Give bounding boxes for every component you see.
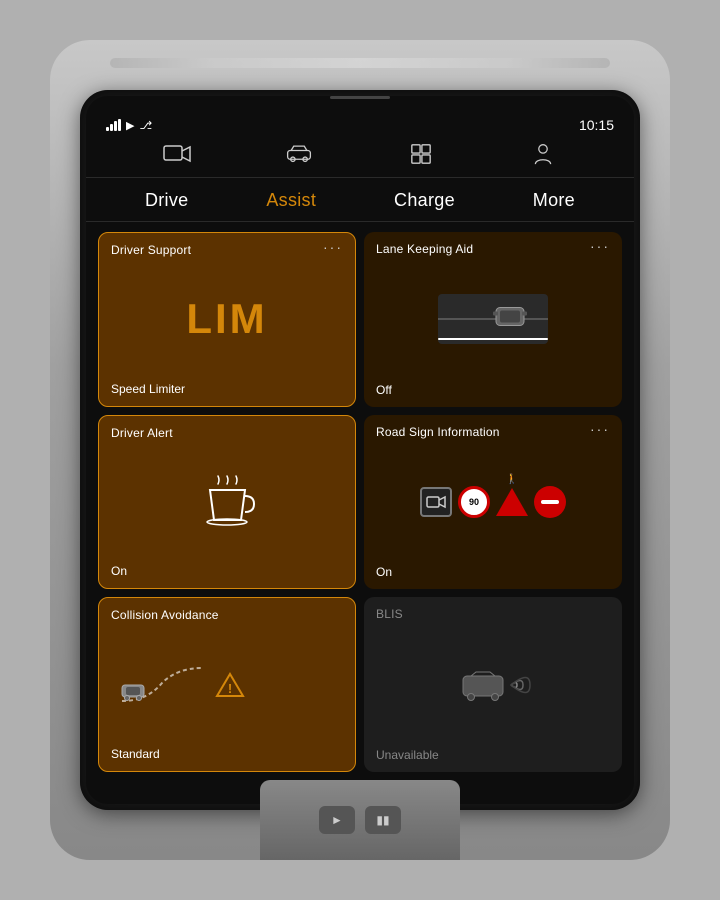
card-menu-btn[interactable]: ··· [590, 425, 610, 435]
speed-sign: 90 [458, 486, 490, 518]
warning-triangle-svg: ! [215, 672, 245, 698]
card-header: Collision Avoidance [111, 608, 343, 622]
card-header: BLIS [376, 607, 610, 621]
screen: ▶ ⎇ 10:15 [86, 96, 634, 804]
speaker-bar [110, 58, 610, 68]
camera-icon[interactable] [163, 143, 191, 171]
blis-card: BLIS [364, 597, 622, 772]
tab-bar: Drive Assist Charge More [86, 178, 634, 222]
card-footer: Off [376, 383, 610, 397]
card-footer: Standard [111, 747, 343, 761]
collision-card[interactable]: Collision Avoidance [98, 597, 356, 772]
card-footer: Speed Limiter [111, 382, 343, 396]
location-icon: ▶ [126, 119, 134, 132]
card-content [111, 444, 343, 561]
card-header: Driver Alert [111, 426, 343, 440]
card-menu-btn[interactable]: ··· [590, 242, 610, 252]
top-indicator [330, 96, 390, 99]
card-title: BLIS [376, 607, 403, 621]
card-menu-btn[interactable]: ··· [323, 243, 343, 253]
card-content: ! [111, 626, 343, 743]
no-entry-sign [534, 486, 566, 518]
grid-icon[interactable] [407, 143, 435, 171]
clock: 10:15 [579, 117, 614, 133]
road-signs: 90 🚶 [420, 486, 566, 518]
card-footer: Unavailable [376, 748, 610, 762]
person-icon[interactable] [529, 143, 557, 171]
blis-svg [443, 660, 543, 710]
tab-more[interactable]: More [533, 190, 575, 211]
card-title: Driver Alert [111, 426, 173, 440]
camera-svg [163, 143, 191, 165]
screen-bezel: ▶ ⎇ 10:15 [80, 90, 640, 810]
pause-btn[interactable]: ▮▮ [365, 806, 401, 834]
lane-keeping-card[interactable]: Lane Keeping Aid ··· [364, 232, 622, 407]
collision-visual: ! [111, 663, 343, 707]
lane-visual [376, 294, 610, 344]
top-nav [86, 137, 634, 178]
car-svg [285, 143, 313, 165]
car-surround: ▶ ⎇ 10:15 [50, 40, 670, 860]
pedestrian-sign: 🚶 [496, 488, 528, 516]
lane-car [492, 306, 528, 333]
no-entry-bar [541, 500, 559, 504]
tab-drive[interactable]: Drive [145, 190, 189, 211]
tab-assist[interactable]: Assist [266, 190, 316, 211]
collision-svg [117, 663, 207, 707]
status-bar: ▶ ⎇ 10:15 [86, 107, 634, 137]
tab-charge[interactable]: Charge [394, 190, 455, 211]
road-sign-card[interactable]: Road Sign Information ··· [364, 415, 622, 590]
grid-svg [407, 143, 435, 165]
road-visual [438, 294, 548, 344]
card-header: Road Sign Information ··· [376, 425, 610, 439]
lim-display: LIM [186, 295, 267, 343]
speed-value: 90 [469, 497, 479, 507]
svg-text:!: ! [228, 681, 232, 696]
top-car-svg [492, 306, 528, 328]
car-icon[interactable] [285, 143, 313, 171]
card-footer: On [111, 564, 343, 578]
card-footer: On [376, 565, 610, 579]
camera-sign [420, 487, 452, 517]
pedestrian-icon: 🚶 [506, 474, 518, 485]
console-area: ► ▮▮ [260, 780, 460, 860]
road-bottom-line [438, 338, 548, 340]
card-title: Lane Keeping Aid [376, 242, 473, 256]
card-title: Driver Support [111, 243, 191, 257]
play-btn[interactable]: ► [319, 806, 355, 834]
person-svg [529, 143, 557, 165]
bluetooth-icon: ⎇ [139, 119, 152, 132]
sign-cam-svg [426, 494, 446, 510]
card-header: Lane Keeping Aid ··· [376, 242, 610, 256]
card-content: LIM [111, 261, 343, 378]
driver-support-card[interactable]: Driver Support ··· LIM Speed Limiter [98, 232, 356, 407]
card-header: Driver Support ··· [111, 243, 343, 257]
card-content [376, 625, 610, 744]
card-grid: Driver Support ··· LIM Speed Limiter Lan… [86, 222, 634, 784]
coffee-icon [200, 474, 255, 529]
driver-alert-card[interactable]: Driver Alert [98, 415, 356, 590]
signal-icon [106, 119, 121, 131]
card-title: Road Sign Information [376, 425, 500, 439]
card-content: 90 🚶 [376, 443, 610, 562]
card-title: Collision Avoidance [111, 608, 219, 622]
card-content [376, 260, 610, 379]
status-left: ▶ ⎇ [106, 119, 152, 132]
